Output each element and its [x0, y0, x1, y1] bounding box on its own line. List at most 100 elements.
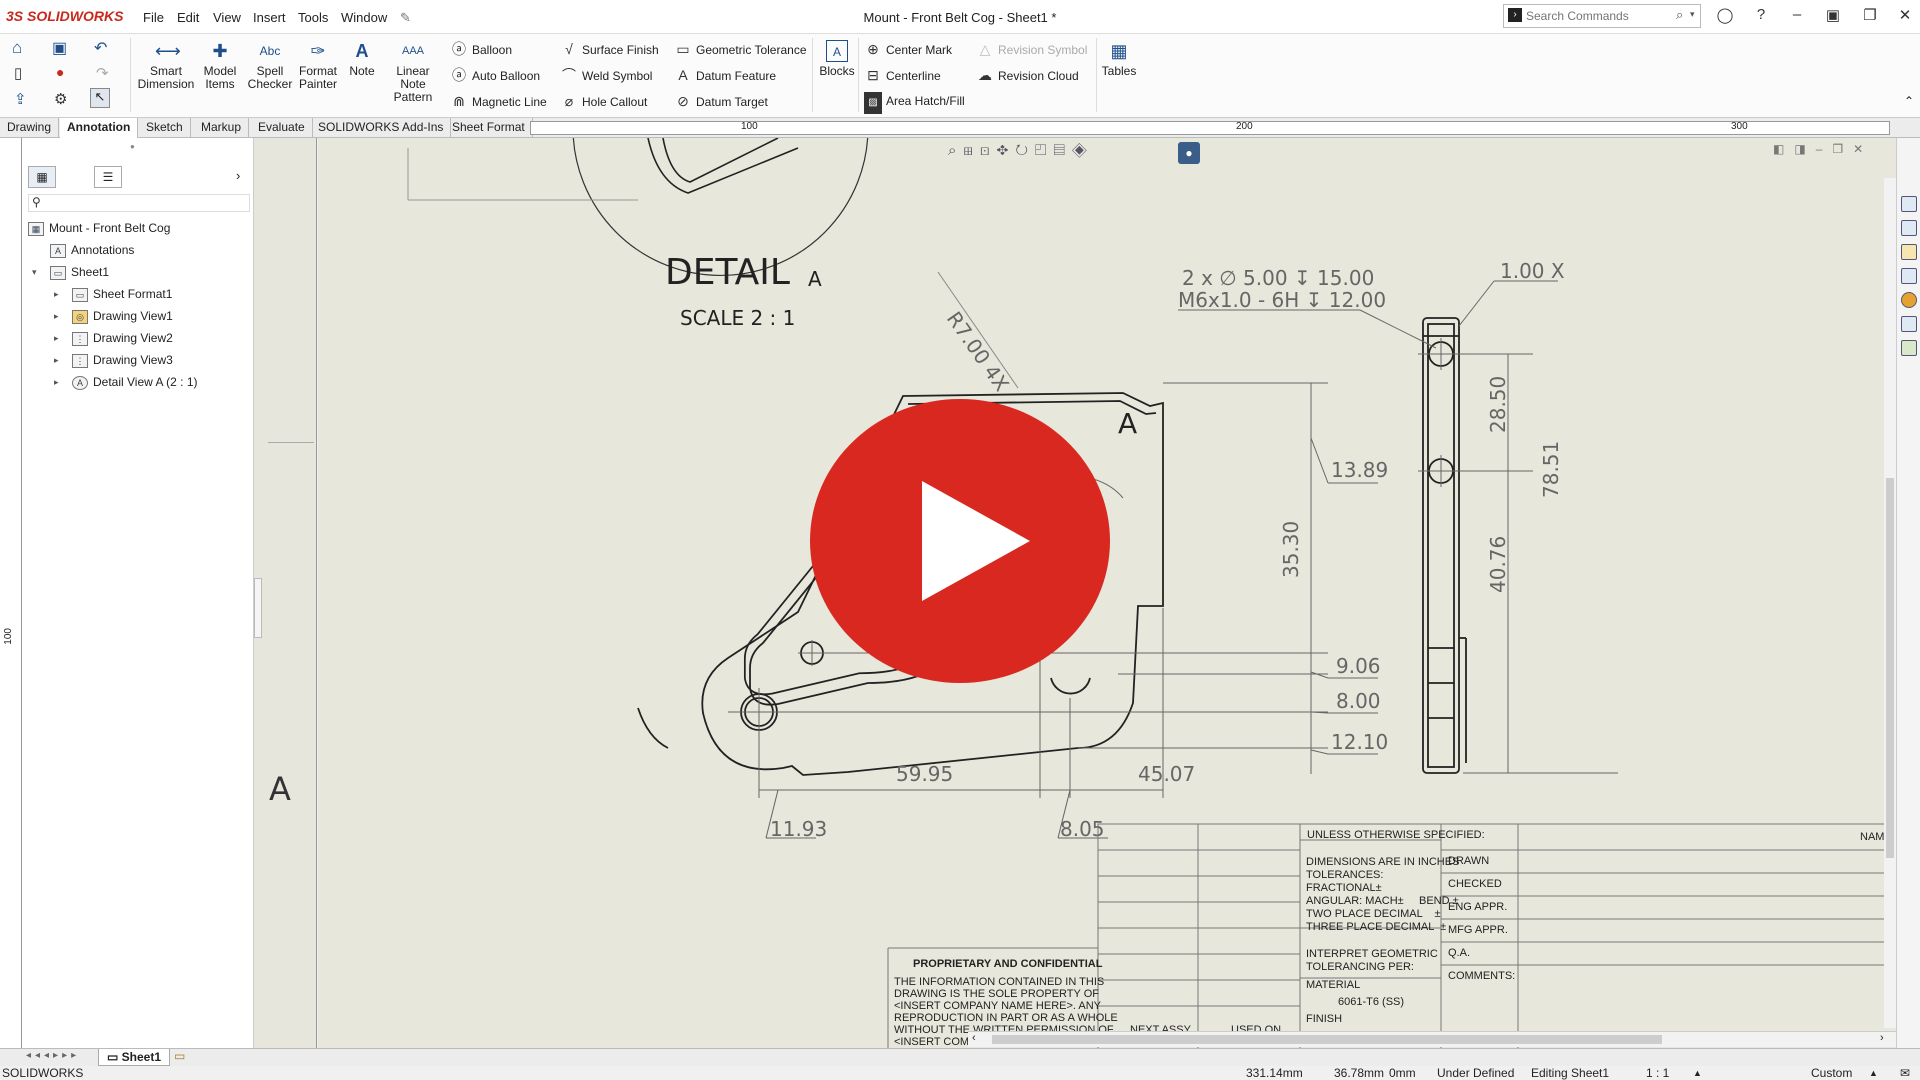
- solidworks-forum-icon[interactable]: [1901, 340, 1917, 356]
- scale-up-icon[interactable]: ▲: [1693, 1066, 1702, 1080]
- scroll-thumb[interactable]: [992, 1035, 1662, 1044]
- tables-button[interactable]: ▦ Tables: [1100, 40, 1138, 78]
- dim-11-93[interactable]: 11.93: [770, 817, 827, 841]
- redo-icon[interactable]: ↷: [96, 64, 109, 82]
- format-painter-button[interactable]: ✑ Format Painter: [296, 40, 340, 91]
- chat-icon[interactable]: ✉: [1900, 1066, 1910, 1080]
- geometric-tolerance-button[interactable]: ▭ Geometric Tolerance: [674, 38, 806, 60]
- dim-35-30[interactable]: 35.30: [1279, 521, 1303, 578]
- weld-symbol-button[interactable]: ⌒ Weld Symbol: [560, 64, 652, 86]
- tab-sheet-format[interactable]: Sheet Format: [445, 118, 533, 138]
- menu-tools[interactable]: Tools: [298, 10, 328, 25]
- tab-evaluate[interactable]: Evaluate: [251, 118, 313, 138]
- splitter-handle[interactable]: ●: [130, 142, 135, 151]
- feature-tree-tab-icon[interactable]: ▦: [28, 166, 56, 188]
- home-icon[interactable]: ⌂: [12, 38, 22, 58]
- expand-icon[interactable]: ▸: [54, 377, 59, 388]
- horizontal-scrollbar[interactable]: ‹ ›: [968, 1031, 1896, 1047]
- tree-root[interactable]: ▦ Mount - Front Belt Cog: [28, 218, 170, 238]
- model-items-button[interactable]: ✚ Model Items: [198, 40, 242, 91]
- search-input[interactable]: [1526, 8, 1676, 24]
- status-units[interactable]: Custom: [1811, 1066, 1852, 1080]
- panel-splitter[interactable]: [254, 578, 262, 638]
- units-up-icon[interactable]: ▲: [1869, 1066, 1878, 1080]
- vertical-scrollbar[interactable]: [1884, 178, 1896, 1028]
- design-library-icon[interactable]: [1901, 220, 1917, 236]
- tree-item-drawing-view3[interactable]: ⋮ Drawing View3: [72, 350, 173, 370]
- new-document-icon[interactable]: ▯: [14, 64, 22, 82]
- revision-cloud-button[interactable]: ☁ Revision Cloud: [976, 64, 1079, 86]
- collapse-icon[interactable]: ▾: [32, 267, 37, 278]
- search-box[interactable]: › ⌕ ▾: [1503, 4, 1701, 28]
- tree-item-annotations[interactable]: A Annotations: [50, 240, 134, 260]
- solidworks-resources-icon[interactable]: [1901, 196, 1917, 212]
- tab-annotation[interactable]: Annotation: [60, 118, 139, 138]
- expand-icon[interactable]: ▸: [54, 289, 59, 300]
- tree-item-drawing-view2[interactable]: ⋮ Drawing View2: [72, 328, 173, 348]
- tab-markup[interactable]: Markup: [194, 118, 250, 138]
- magnetic-line-button[interactable]: ⋒ Magnetic Line: [450, 90, 547, 112]
- dim-78-51[interactable]: 78.51: [1539, 441, 1563, 498]
- balloon-button[interactable]: ⓐ Balloon: [450, 38, 512, 60]
- appearances-icon[interactable]: [1901, 292, 1917, 308]
- file-explorer-icon[interactable]: [1901, 244, 1917, 260]
- property-manager-tab-icon[interactable]: ☰: [94, 166, 122, 188]
- dim-28-50[interactable]: 28.50: [1486, 376, 1510, 433]
- chevron-right-icon[interactable]: ›: [236, 168, 240, 183]
- expand-icon[interactable]: ▸: [54, 311, 59, 322]
- menu-window[interactable]: Window: [341, 10, 387, 25]
- tb-material[interactable]: 6061-T6 (SS): [1338, 996, 1404, 1008]
- drawing-canvas[interactable]: ⌕⊞⊡✥↻◰▤◈ ● ◧◨–❐✕ R7.00 4X DETAIL A SCALE…: [318, 138, 1896, 1048]
- dim-13-89[interactable]: 13.89: [1331, 458, 1388, 482]
- center-mark-button[interactable]: ⊕ Center Mark: [864, 38, 952, 60]
- open-icon[interactable]: ⇪: [14, 90, 27, 108]
- status-scale[interactable]: 1 : 1: [1646, 1066, 1669, 1080]
- traffic-light-icon[interactable]: ●: [56, 64, 64, 80]
- note-button[interactable]: A Note: [344, 40, 380, 78]
- hole-callout-button[interactable]: ⌀ Hole Callout: [560, 90, 648, 112]
- dim-1-00[interactable]: 1.00 X: [1500, 259, 1565, 283]
- menu-edit[interactable]: Edit: [177, 10, 199, 25]
- tree-item-sheet-format[interactable]: ▭ Sheet Format1: [72, 284, 172, 304]
- smart-dimension-button[interactable]: ⟷ Smart Dimension: [136, 40, 196, 91]
- menu-view[interactable]: View: [213, 10, 241, 25]
- expand-icon[interactable]: ▸: [54, 355, 59, 366]
- centerline-button[interactable]: ⊟ Centerline: [864, 64, 941, 86]
- restore-button[interactable]: ❐: [1857, 6, 1883, 28]
- dim-12-10[interactable]: 12.10: [1331, 730, 1388, 754]
- tile-icon[interactable]: ▣: [1820, 6, 1846, 28]
- tree-item-drawing-view1[interactable]: ◎ Drawing View1: [72, 306, 173, 326]
- search-icon[interactable]: ⌕: [1676, 7, 1683, 23]
- sheet-nav-icons[interactable]: ◂◂◂▸▸▸: [26, 1050, 80, 1061]
- spell-checker-button[interactable]: Abc Spell Checker: [245, 40, 295, 91]
- scroll-left-icon[interactable]: ‹: [972, 1032, 976, 1044]
- dim-59-95[interactable]: 59.95: [896, 762, 953, 786]
- surface-finish-button[interactable]: √ Surface Finish: [560, 38, 659, 60]
- area-hatch-fill-button[interactable]: ▨ Area Hatch/Fill: [864, 90, 965, 114]
- tree-item-detail-view[interactable]: A Detail View A (2 : 1): [72, 372, 198, 392]
- tree-item-sheet[interactable]: ▭ Sheet1: [50, 262, 109, 282]
- hole-callout-line1[interactable]: 2 x ∅ 5.00 ↧ 15.00: [1182, 266, 1374, 290]
- menu-file[interactable]: File: [143, 10, 164, 25]
- view-palette-icon[interactable]: [1901, 268, 1917, 284]
- save-icon[interactable]: ▣: [52, 38, 67, 58]
- tab-sketch[interactable]: Sketch: [139, 118, 191, 138]
- user-icon[interactable]: ◯: [1712, 6, 1738, 28]
- dim-9-06[interactable]: 9.06: [1336, 654, 1381, 678]
- datum-target-button[interactable]: ⊘ Datum Target: [674, 90, 768, 112]
- pin-icon[interactable]: ✎: [400, 10, 411, 26]
- dim-40-76[interactable]: 40.76: [1486, 536, 1510, 593]
- close-button[interactable]: ✕: [1892, 6, 1918, 28]
- sheet-tab-sheet1[interactable]: ▭ Sheet1: [98, 1049, 171, 1066]
- minimize-button[interactable]: –: [1784, 6, 1810, 28]
- scroll-thumb[interactable]: [1886, 478, 1894, 858]
- revision-symbol-button[interactable]: △ Revision Symbol: [976, 38, 1088, 60]
- blocks-button[interactable]: A Blocks: [818, 40, 856, 78]
- app-logo[interactable]: 3S SOLIDWORKS: [6, 8, 123, 24]
- tab-drawing[interactable]: Drawing: [0, 118, 60, 138]
- dim-45-07[interactable]: 45.07: [1138, 762, 1195, 786]
- datum-feature-button[interactable]: A Datum Feature: [674, 64, 776, 86]
- chevron-down-icon[interactable]: ▾: [1690, 9, 1695, 20]
- add-sheet-icon[interactable]: ▭: [174, 1049, 185, 1063]
- scroll-right-icon[interactable]: ›: [1880, 1032, 1884, 1044]
